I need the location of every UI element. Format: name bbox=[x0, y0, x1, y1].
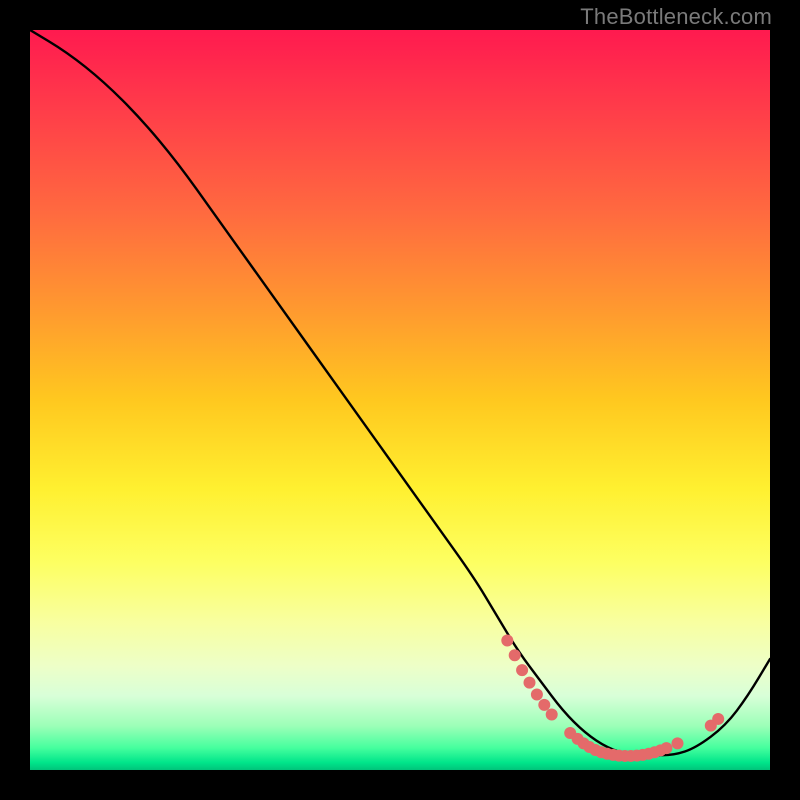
curve-line bbox=[30, 30, 770, 755]
curve-marker bbox=[538, 699, 550, 711]
watermark-text: TheBottleneck.com bbox=[580, 4, 772, 30]
curve-marker bbox=[524, 677, 536, 689]
chart-stage: TheBottleneck.com bbox=[0, 0, 800, 800]
plot-area bbox=[30, 30, 770, 770]
curve-marker bbox=[712, 713, 724, 725]
curve-marker bbox=[531, 689, 543, 701]
curve-marker bbox=[501, 635, 513, 647]
curve-marker bbox=[516, 664, 528, 676]
curve-marker bbox=[660, 742, 672, 754]
curve-marker bbox=[672, 737, 684, 749]
curve-marker bbox=[546, 709, 558, 721]
chart-svg bbox=[30, 30, 770, 770]
curve-marker bbox=[509, 649, 521, 661]
curve-markers bbox=[501, 635, 724, 762]
